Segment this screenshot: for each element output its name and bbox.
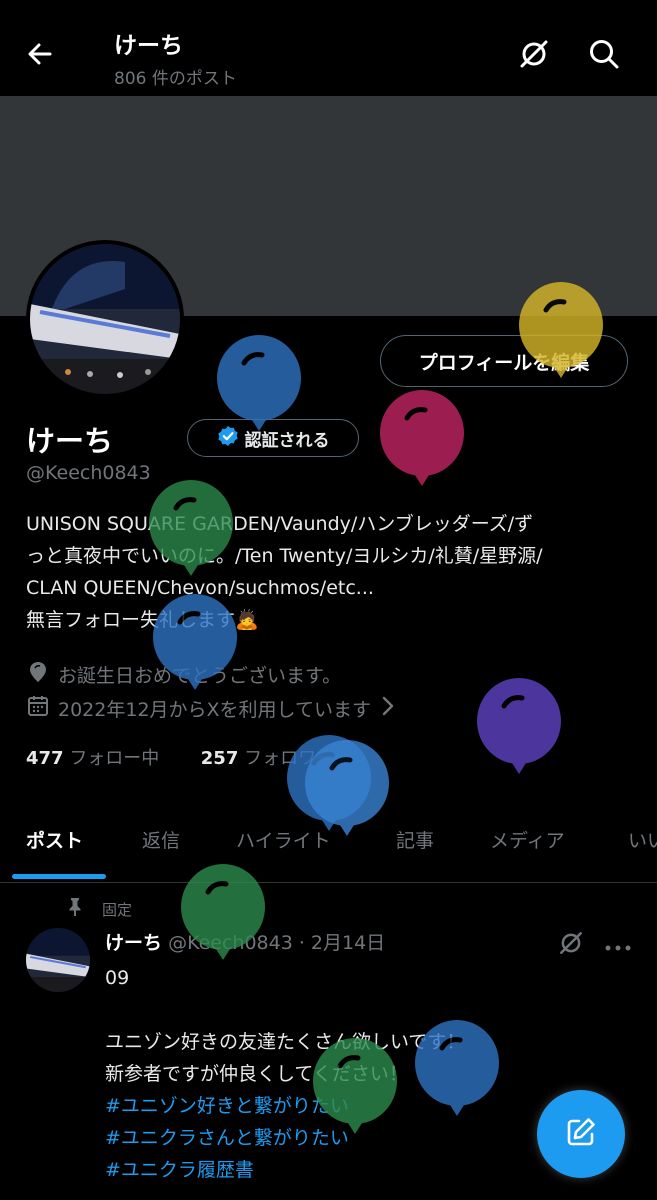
- joined-text: 2022年12月からXを利用しています: [58, 699, 371, 721]
- chevron-right-icon: [379, 695, 397, 722]
- post-line: [105, 994, 465, 1026]
- post-line: ユニゾン好きの友達たくさん欲しいです！: [105, 1031, 466, 1053]
- hashtag-link[interactable]: #ユニゾン好きと繋がりたい: [105, 1090, 465, 1122]
- balloon: [380, 390, 464, 486]
- header-title: けーち: [114, 33, 183, 59]
- get-verified-label: 認証される: [244, 430, 330, 451]
- profile-bio: UNISON SQUARE GARDEN/Vaundy/ハンブレッダーズ/ず っ…: [26, 508, 636, 636]
- bio-line: 無言フォロー失礼します🙇: [26, 609, 259, 631]
- balloon: [477, 678, 561, 774]
- profile-tabs: ポスト 返信 ハイライト 記事 メディア いいね: [0, 816, 657, 883]
- followers-label: フォロワー: [244, 748, 335, 769]
- post-line: 新参者ですが仲良くしてください！: [105, 1063, 408, 1085]
- tab-likes[interactable]: いいね: [628, 826, 657, 853]
- follow-counts: 477 フォロー中 257 フォロワー: [26, 744, 334, 770]
- tab-media[interactable]: メディア: [490, 826, 565, 853]
- post-line: 09: [105, 967, 130, 989]
- tab-articles[interactable]: 記事: [396, 826, 434, 853]
- search-icon[interactable]: [588, 38, 620, 70]
- grok-icon[interactable]: [518, 38, 550, 70]
- pinned-label-row: 固定: [66, 897, 132, 921]
- following-link[interactable]: 477 フォロー中: [26, 748, 159, 769]
- get-verified-button[interactable]: 認証される: [187, 419, 359, 457]
- header-post-count: 806 件のポスト: [114, 69, 237, 89]
- pinned-label: 固定: [102, 900, 133, 919]
- following-count: 477: [26, 748, 64, 769]
- birthday-row: お誕生日おめでとうございます。: [26, 660, 341, 689]
- tab-replies[interactable]: 返信: [142, 826, 180, 853]
- profile-handle: @Keech0843: [26, 462, 151, 484]
- hashtag-link[interactable]: #ユニクラさんと繋がりたい: [105, 1122, 465, 1154]
- compose-button[interactable]: [537, 1090, 625, 1178]
- verified-badge-icon: [217, 425, 239, 452]
- post-avatar[interactable]: [26, 928, 90, 992]
- post-meta: @Keech0843 · 2月14日: [168, 932, 386, 954]
- calendar-icon: [26, 694, 50, 723]
- followers-count: 257: [200, 748, 239, 769]
- followers-link[interactable]: 257 フォロワー: [201, 748, 334, 769]
- tab-posts[interactable]: ポスト: [26, 826, 83, 853]
- profile-page: けーち 806 件のポスト プロフィールを編集 けーち 認証される @Keech…: [0, 0, 657, 1200]
- compose-icon: [564, 1115, 598, 1153]
- joined-row[interactable]: 2022年12月からXを利用しています: [26, 694, 397, 723]
- avatar[interactable]: [26, 240, 184, 398]
- active-tab-indicator: [12, 874, 106, 879]
- grok-icon[interactable]: [558, 930, 584, 960]
- tab-highlights[interactable]: ハイライト: [236, 826, 331, 853]
- birthday-text: お誕生日おめでとうございます。: [58, 665, 342, 687]
- profile-name: けーち: [26, 424, 114, 458]
- pin-icon: [66, 897, 84, 921]
- post-author[interactable]: けーち: [105, 932, 162, 954]
- bio-line: UNISON SQUARE GARDEN/Vaundy/ハンブレッダーズ/ず: [26, 513, 534, 535]
- following-label: フォロー中: [69, 748, 160, 769]
- top-bar: けーち 806 件のポスト: [0, 0, 657, 96]
- post-body: 09 ユニゾン好きの友達たくさん欲しいです！ 新参者ですが仲良くしてください！ …: [105, 962, 465, 1186]
- edit-profile-button[interactable]: プロフィールを編集: [380, 335, 628, 387]
- bio-line: CLAN QUEEN/Chevon/suchmos/etc...: [26, 577, 374, 599]
- hashtag-link[interactable]: #ユニクラ履歴書: [105, 1154, 465, 1186]
- more-options-icon[interactable]: [605, 938, 631, 957]
- arrow-left-icon[interactable]: [22, 36, 58, 72]
- post-header: けーち @Keech0843 · 2月14日: [105, 928, 385, 955]
- bio-line: っと真夜中でいいのに。/Ten Twenty/ヨルシカ/礼賛/星野源/: [26, 545, 543, 567]
- location-pin-icon: [26, 660, 50, 689]
